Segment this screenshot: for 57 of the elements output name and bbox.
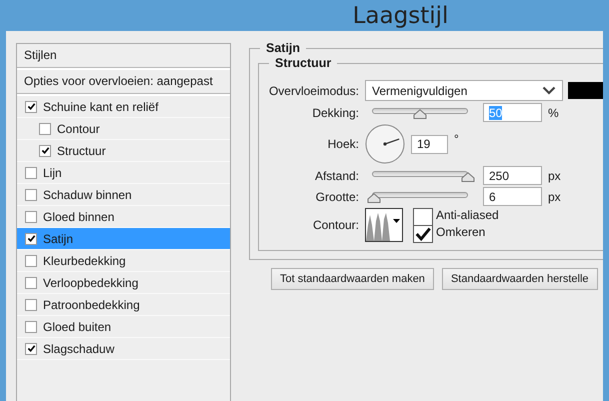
- action-button[interactable]: Tot standaardwaarden maken: [271, 268, 434, 290]
- value-field[interactable]: 6: [483, 187, 542, 206]
- style-item[interactable]: Gloed buiten: [17, 316, 230, 338]
- checkbox[interactable]: [25, 100, 37, 112]
- field-label: Dekking:: [311, 106, 359, 120]
- checkbox-label: Omkeren: [436, 225, 486, 239]
- contour-picker[interactable]: [365, 208, 403, 242]
- field-label: Contour:: [312, 218, 359, 232]
- unit-label: px: [548, 190, 561, 204]
- checkbox[interactable]: [25, 320, 37, 332]
- color-swatch[interactable]: [568, 82, 603, 99]
- checkbox[interactable]: [413, 225, 433, 243]
- style-item[interactable]: Kleurbedekking: [17, 250, 230, 272]
- checkbox[interactable]: [25, 232, 37, 244]
- slider-thumb[interactable]: [413, 108, 427, 118]
- chevron-down-icon: [542, 86, 556, 95]
- list-header[interactable]: Opties voor overvloeien: aangepast: [17, 70, 230, 94]
- style-item[interactable]: Schuine kant en reliëf: [17, 96, 230, 118]
- style-item[interactable]: Patroonbedekking: [17, 294, 230, 316]
- field-label: Overvloeimodus:: [268, 84, 359, 98]
- angle-field[interactable]: 19: [411, 134, 448, 154]
- slider-thumb[interactable]: [366, 192, 381, 202]
- checkbox[interactable]: [413, 208, 433, 226]
- checkbox[interactable]: [25, 166, 37, 178]
- field-label: Afstand:: [314, 168, 359, 182]
- value-field[interactable]: 250: [483, 166, 542, 185]
- window-title: Laagstijl: [352, 2, 448, 28]
- unit-label: °: [454, 132, 459, 146]
- field-label: Hoek:: [326, 137, 359, 151]
- checkbox[interactable]: [25, 254, 37, 266]
- style-item[interactable]: Schaduw binnen: [17, 184, 230, 206]
- angle-dial[interactable]: [365, 124, 405, 164]
- unit-label: px: [548, 168, 561, 182]
- list-header[interactable]: Stijlen: [17, 44, 230, 68]
- field-label: Grootte:: [314, 190, 359, 204]
- checkbox[interactable]: [25, 298, 37, 310]
- style-item[interactable]: Lijn: [17, 162, 230, 184]
- style-item[interactable]: Verloopbedekking: [17, 272, 230, 294]
- blend-mode-dropdown[interactable]: Vermenigvuldigen: [365, 80, 563, 101]
- style-item[interactable]: Structuur: [17, 140, 230, 162]
- checkbox[interactable]: [25, 342, 37, 354]
- unit-label: %: [548, 106, 559, 120]
- checkbox[interactable]: [39, 122, 51, 134]
- checkbox[interactable]: [25, 188, 37, 200]
- style-item[interactable]: Slagschaduw: [17, 338, 230, 360]
- checkbox[interactable]: [25, 210, 37, 222]
- slider-thumb[interactable]: [461, 172, 475, 182]
- checkbox-label: Anti-aliased: [436, 208, 499, 222]
- checkbox[interactable]: [25, 276, 37, 288]
- style-item[interactable]: Satijn: [17, 228, 230, 250]
- checkbox[interactable]: [39, 144, 51, 156]
- group-title: Structuur: [269, 56, 338, 70]
- caret-icon: [393, 219, 400, 223]
- contour-curve-icon: [366, 211, 392, 241]
- style-item[interactable]: Contour: [17, 118, 230, 140]
- section-title: Satijn: [260, 41, 306, 55]
- action-button[interactable]: Standaardwaarden herstelle: [442, 268, 598, 290]
